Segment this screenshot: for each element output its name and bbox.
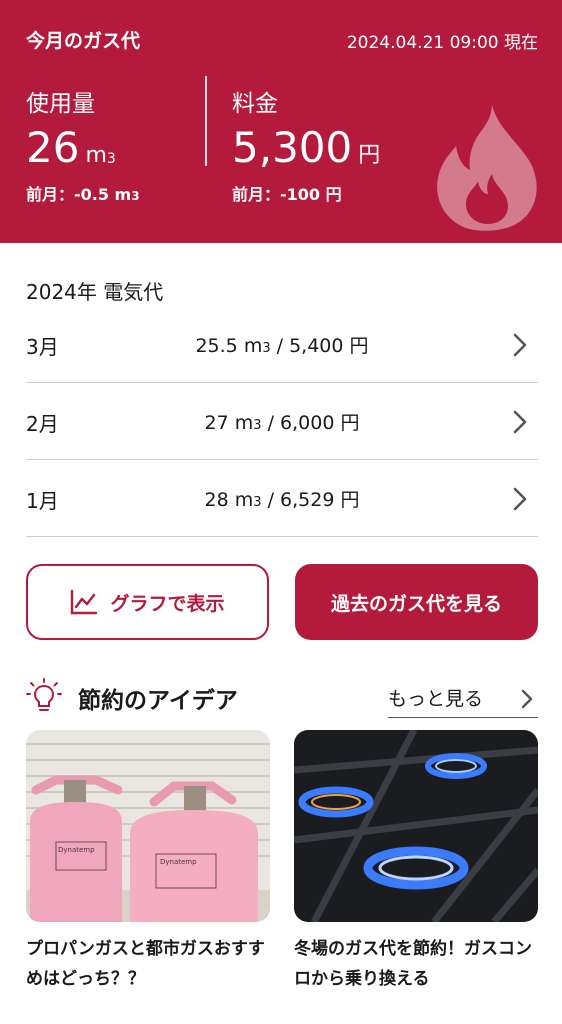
history-value: 25.5 m3 / 5,400 円 <box>26 331 538 358</box>
usage-label: 使用量 <box>26 91 95 117</box>
usage-unit: m3 <box>85 143 115 168</box>
history-price: / 6,529 円 <box>261 489 360 511</box>
usage-value: 26 m3 <box>26 124 116 183</box>
idea-card-caption: プロパンガスと都市ガスおすすめはどっち？？ <box>26 939 265 989</box>
saving-ideas-title: 節約のアイデア <box>78 688 238 714</box>
chevron-right-icon <box>521 689 533 709</box>
fee-prev-month: 前月：-100 円 <box>232 185 342 204</box>
see-more-label: もっと見る <box>388 688 484 710</box>
history-amount-exp: 3 <box>262 341 271 356</box>
history-row-march[interactable]: 3月 25.5 m3 / 5,400 円 <box>26 307 538 383</box>
propane-tanks-illustration: Dynatemp Dynatemp <box>26 730 270 922</box>
line-chart-icon <box>71 589 98 615</box>
history-row-january[interactable]: 1月 28 m3 / 6,529 円 <box>26 461 538 537</box>
show-graph-label: グラフで表示 <box>110 592 225 615</box>
show-graph-button[interactable]: グラフで表示 <box>26 564 269 640</box>
flame-icon <box>437 104 537 231</box>
history-value: 27 m3 / 6,000 円 <box>26 408 538 435</box>
past-gas-fees-button[interactable]: 過去のガス代を見る <box>295 564 538 640</box>
fee-label: 料金 <box>232 91 278 117</box>
history-amount-exp: 3 <box>253 495 262 510</box>
fee-unit: 円 <box>358 143 381 168</box>
propane-tanks-image: Dynatemp Dynatemp <box>26 730 270 922</box>
history-title: 2024年 電気代 <box>26 280 164 304</box>
fee-number: 5,300 <box>232 123 353 172</box>
usage-unit-exp: 3 <box>106 151 116 167</box>
gas-stove-image <box>294 730 538 922</box>
lightbulb-icon <box>26 678 62 711</box>
chevron-right-icon <box>513 410 527 434</box>
gas-stove-illustration <box>294 730 538 922</box>
chevron-right-icon <box>513 333 527 357</box>
metric-divider <box>205 76 207 166</box>
history-price: / 6,000 円 <box>261 412 360 434</box>
saving-ideas-header: 節約のアイデア もっと見る <box>26 678 538 718</box>
summary-title: 今月のガス代 <box>26 30 141 52</box>
chevron-right-icon <box>513 487 527 511</box>
idea-card-propane[interactable]: Dynatemp Dynatemp プロパンガスと都市ガスおすすめはどっち？？ <box>26 730 270 994</box>
idea-card-caption: 冬場のガス代を節約！ガスコンロから乗り換える <box>294 939 532 989</box>
history-row-february[interactable]: 2月 27 m3 / 6,000 円 <box>26 384 538 460</box>
history-amount: 25.5 m <box>195 335 263 357</box>
fee-value: 5,300 円 <box>232 124 380 180</box>
usage-prev-month: 前月：-0.5 m3 <box>26 181 140 205</box>
see-more-link[interactable]: もっと見る <box>388 680 538 718</box>
usage-unit-base: m <box>85 143 107 168</box>
monthly-gas-summary-card: 今月のガス代 2024.04.21 09:00 現在 使用量 26 m3 前月：-… <box>0 0 562 243</box>
usage-prev-text: 前月：-0.5 m <box>26 185 132 204</box>
history-amount: 27 m <box>204 412 254 434</box>
history-value: 28 m3 / 6,529 円 <box>26 485 538 512</box>
svg-text:Dynatemp: Dynatemp <box>58 846 95 854</box>
history-amount: 28 m <box>204 489 254 511</box>
svg-text:Dynatemp: Dynatemp <box>160 858 197 866</box>
usage-prev-exp: 3 <box>131 189 140 203</box>
history-price: / 5,400 円 <box>270 335 369 357</box>
summary-datetime: 2024.04.21 09:00 現在 <box>346 33 538 53</box>
usage-number: 26 <box>26 123 80 172</box>
idea-card-gas-stove[interactable]: 冬場のガス代を節約！ガスコンロから乗り換える <box>294 730 538 994</box>
history-amount-exp: 3 <box>253 418 262 433</box>
